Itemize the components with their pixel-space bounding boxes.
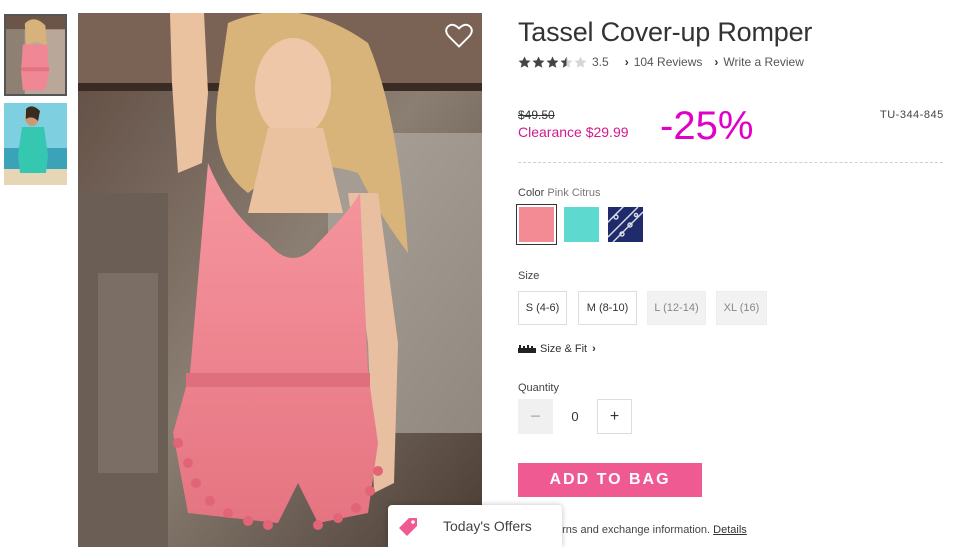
returns-info: urns and exchange information. Details	[556, 524, 747, 536]
color-swatch-navy-print[interactable]	[608, 207, 643, 242]
size-fit-label: Size & Fit	[540, 343, 588, 355]
quantity-label: Quantity	[518, 382, 559, 394]
original-price: $49.50	[518, 108, 555, 122]
star-icon	[546, 56, 559, 68]
add-to-bag-button[interactable]: ADD TO BAG	[518, 463, 702, 497]
color-label-text: Color	[518, 187, 545, 199]
thumbnail-teal-image	[4, 103, 67, 185]
size-fit-link[interactable]: Size & Fit ›	[518, 343, 596, 355]
price-tag-icon	[399, 518, 417, 536]
color-swatch-teal[interactable]	[564, 207, 599, 242]
size-option-xl[interactable]: XL (16)	[716, 291, 767, 325]
chevron-right-icon: ›	[714, 55, 719, 69]
star-icon	[518, 56, 531, 68]
chevron-right-icon: ›	[624, 55, 629, 69]
todays-offers-label: Today's Offers	[443, 518, 532, 534]
product-sku: TU-344-845	[880, 109, 944, 121]
size-option-s[interactable]: S (4-6)	[518, 291, 567, 325]
favorite-heart-icon[interactable]	[445, 23, 473, 49]
ruler-icon	[518, 345, 536, 353]
star-icon	[532, 56, 545, 68]
size-option-l[interactable]: L (12-14)	[647, 291, 706, 325]
selected-color-name: Pink Citrus	[547, 187, 601, 199]
write-review-label: Write a Review	[723, 55, 804, 69]
rating-value: 3.5	[592, 55, 609, 69]
color-swatch-pink-citrus[interactable]	[516, 204, 557, 245]
product-photo	[78, 13, 482, 547]
size-label: Size	[518, 270, 540, 282]
product-title: Tassel Cover-up Romper	[518, 17, 813, 47]
reviews-link-label: 104 Reviews	[633, 55, 703, 69]
main-product-image[interactable]	[78, 13, 482, 547]
todays-offers-tab[interactable]: Today's Offers	[388, 505, 562, 547]
returns-details-link[interactable]: Details	[713, 524, 747, 536]
thumbnail-teal-romper[interactable]	[4, 103, 67, 185]
returns-text: urns and exchange information.	[556, 524, 711, 536]
star-icon	[560, 56, 573, 68]
thumbnail-pink-romper[interactable]	[4, 14, 67, 96]
quantity-decrease-button[interactable]: −	[518, 399, 553, 434]
rating-row: 3.5 › 104 Reviews › Write a Review	[518, 55, 816, 69]
quantity-increase-button[interactable]: +	[597, 399, 632, 434]
size-option-m[interactable]: M (8-10)	[578, 291, 637, 325]
star-rating	[518, 56, 587, 69]
clearance-price: Clearance $29.99	[518, 124, 629, 140]
thumbnail-pink-image	[6, 16, 65, 94]
discount-badge: -25%	[660, 104, 754, 148]
divider	[518, 162, 943, 163]
quantity-value[interactable]: 0	[560, 399, 590, 434]
reviews-link[interactable]: › 104 Reviews	[625, 55, 703, 69]
navy-print-pattern	[608, 207, 643, 242]
star-icon	[574, 56, 587, 68]
color-label: Color Pink Citrus	[518, 187, 601, 199]
write-review-link[interactable]: › Write a Review	[714, 55, 803, 69]
chevron-right-icon: ›	[592, 343, 596, 355]
